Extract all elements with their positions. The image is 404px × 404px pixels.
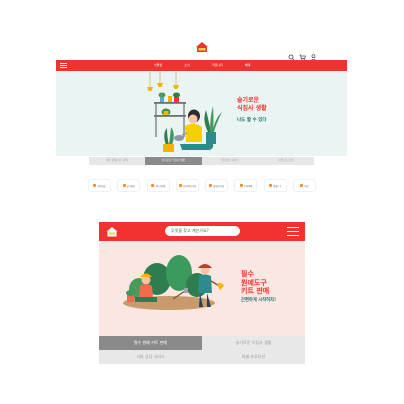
category-label: 다육·선인장 <box>154 184 166 188</box>
hero-subtitle: 나도 할 수 있다 <box>237 118 267 123</box>
user-icon[interactable] <box>310 46 317 62</box>
category-label: 꽃/화분식물 <box>213 184 225 188</box>
tab-gardening-kit[interactable]: 필수 원예 키트 판매 <box>99 336 202 350</box>
leaf-icon <box>93 184 97 187</box>
hero-illustration <box>147 72 222 152</box>
category-card[interactable]: 공기정화 <box>118 180 140 191</box>
cactus-icon <box>150 184 154 187</box>
mobile-hero-title-line3: 키트 판매 <box>241 287 270 295</box>
hero-title: 슬기로운 식집사 생활 <box>237 97 297 112</box>
search-input[interactable]: 무엇을 찾고 계신가요? <box>171 228 209 234</box>
category-label: 원예도구 <box>273 184 282 188</box>
header-utility-icons <box>288 46 317 62</box>
nav-items: 식물샵 소식 커뮤니티 혜택 <box>154 60 250 71</box>
tab-plant-life[interactable]: 슬기로운 식집사 생활 <box>145 157 202 165</box>
main-nav-bar: 식물샵 소식 커뮤니티 혜택 <box>56 60 347 71</box>
tab-special-promotion[interactable]: 특별 프로모션 <box>257 157 314 165</box>
cart-icon[interactable] <box>299 46 306 61</box>
leaf-icon <box>122 184 126 187</box>
category-card[interactable]: 관엽식물 <box>89 180 110 191</box>
tab-plant-life[interactable]: 슬기로운 식집사 생활 <box>202 336 305 350</box>
tab-gardening-kit[interactable]: 필수 원예 키트 판매 <box>89 157 146 165</box>
water-icon <box>239 184 243 187</box>
menu-icon[interactable] <box>60 63 67 68</box>
nav-item-news[interactable]: 소식 <box>184 60 190 71</box>
mobile-hero-subtitle: 간편하게 시작하자! <box>241 298 277 303</box>
hero-title-line2: 식집사 생활 <box>237 104 267 112</box>
mobile-hero-title-line1: 필수 <box>241 270 254 278</box>
category-label: 관엽식물 <box>97 184 106 188</box>
flower-icon <box>209 184 213 187</box>
hero-banner[interactable] <box>56 72 347 156</box>
mobile-hero-title-line2: 원예도구 <box>241 278 267 287</box>
category-label: 수경재배 <box>243 184 252 188</box>
search-icon[interactable] <box>288 46 295 61</box>
hero-title-line1: 슬기로운 <box>237 97 260 104</box>
category-card[interactable]: 다육·선인장 <box>147 180 169 191</box>
mobile-search-bar[interactable]: 무엇을 찾고 계신가요? <box>165 226 240 244</box>
herb-icon <box>178 184 182 187</box>
category-card[interactable]: 허브/채소/과일 <box>176 180 198 191</box>
category-card[interactable]: 원예도구 <box>264 180 286 191</box>
hamburger-menu-icon[interactable] <box>287 227 299 236</box>
brand-logo[interactable] <box>194 41 210 53</box>
tab-special-promotion[interactable]: 특별 프로모션 <box>202 350 305 364</box>
desktop-tab-bar: 필수 원예 키트 판매 슬기로운 식집사 생활 식물 상담 서비스 특별 프로모… <box>89 157 314 165</box>
fertilizer-icon <box>300 184 304 187</box>
category-label: 허브/채소/과일 <box>182 184 197 188</box>
nav-item-benefits[interactable]: 혜택 <box>245 60 251 71</box>
category-card[interactable]: 비료 <box>293 180 315 191</box>
category-label: 공기정화 <box>126 184 135 188</box>
nav-item-plant-shop[interactable]: 식물샵 <box>154 60 162 71</box>
category-card[interactable]: 꽃/화분식물 <box>206 180 228 191</box>
category-card[interactable]: 수경재배 <box>235 180 257 191</box>
nav-item-community[interactable]: 커뮤니티 <box>212 60 223 71</box>
search-icon[interactable] <box>232 229 236 244</box>
mobile-tab-grid: 필수 원예 키트 판매 슬기로운 식집사 생활 식물 상담 서비스 특별 프로모… <box>99 336 305 364</box>
category-label: 비료 <box>304 184 309 188</box>
tab-plant-consulting[interactable]: 식물 상담 서비스 <box>201 157 258 165</box>
tool-icon <box>269 184 273 187</box>
mobile-brand-logo[interactable] <box>105 226 119 237</box>
category-row: 관엽식물 공기정화 다육·선인장 허브/채소/과일 꽃/화분식물 수경재배 원예… <box>89 180 315 193</box>
tab-plant-consulting[interactable]: 식물 상담 서비스 <box>99 350 202 364</box>
mobile-hero-title: 필수 원예도구 키트 판매 <box>241 270 301 296</box>
